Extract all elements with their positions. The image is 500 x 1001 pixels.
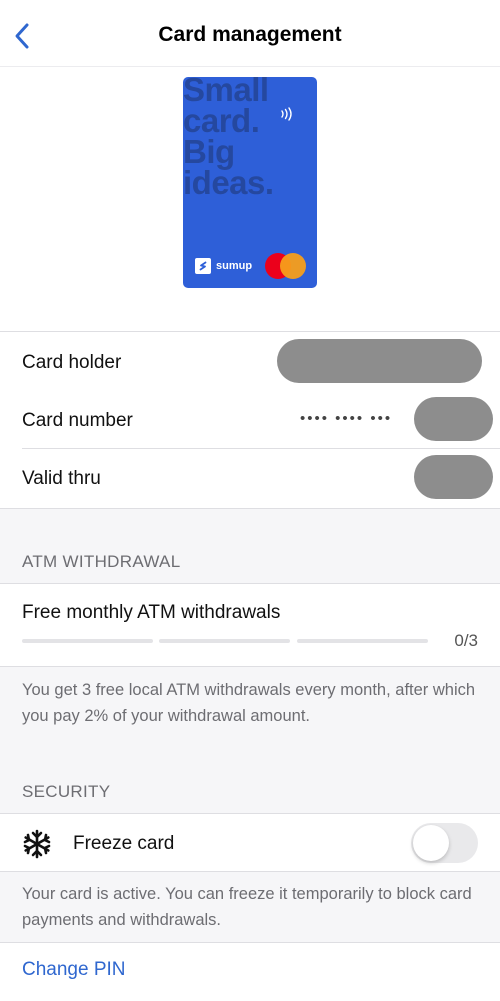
- card-holder-row: Card holder: [0, 332, 500, 390]
- atm-row-title: Free monthly ATM withdrawals: [22, 602, 281, 623]
- mastercard-logo-icon: [265, 253, 311, 281]
- card-holder-label: Card holder: [22, 352, 122, 373]
- freeze-card-label: Freeze card: [73, 833, 175, 854]
- valid-thru-redacted: [414, 455, 493, 499]
- card-number-row[interactable]: Card number •••• •••• •••: [0, 390, 500, 448]
- sumup-logo: sumup: [195, 258, 252, 274]
- atm-progress-segment: [159, 639, 290, 643]
- card-image[interactable]: Small card. Big ideas. sumup: [183, 77, 317, 288]
- atm-count: 0/3: [454, 631, 478, 650]
- toggle-knob: [413, 825, 449, 861]
- atm-progress-segment: [297, 639, 428, 643]
- card-number-redacted: [414, 397, 493, 441]
- card-details-group: Card holder Card number •••• •••• ••• Va…: [0, 331, 500, 509]
- card-number-masked: •••• •••• •••: [300, 410, 393, 427]
- card-holder-redacted: [277, 339, 482, 383]
- valid-thru-row: Valid thru: [0, 448, 500, 506]
- sumup-logo-icon: [195, 258, 211, 274]
- atm-progress-segment: [22, 639, 153, 643]
- card-number-label: Card number: [22, 410, 133, 431]
- page-title: Card management: [158, 23, 342, 46]
- freeze-card-toggle[interactable]: [411, 823, 478, 863]
- security-group: Freeze card: [0, 813, 500, 872]
- card-preview-area: Small card. Big ideas. sumup: [0, 67, 500, 331]
- valid-thru-label: Valid thru: [22, 468, 101, 489]
- nav-bar: Card management: [0, 0, 500, 67]
- card-slogan: Small card. Big ideas.: [183, 77, 274, 201]
- atm-note: You get 3 free local ATM withdrawals eve…: [22, 681, 476, 725]
- security-section-header: SECURITY: [22, 782, 111, 801]
- atm-section-header: ATM WITHDRAWAL: [22, 552, 181, 571]
- contactless-icon: [281, 107, 292, 121]
- brand-name: sumup: [216, 260, 253, 272]
- change-pin-link[interactable]: Change PIN: [22, 959, 126, 981]
- security-note: Your card is active. You can freeze it t…: [22, 885, 472, 929]
- atm-group: Free monthly ATM withdrawals 0/3: [0, 583, 500, 667]
- snowflake-icon: [23, 829, 51, 859]
